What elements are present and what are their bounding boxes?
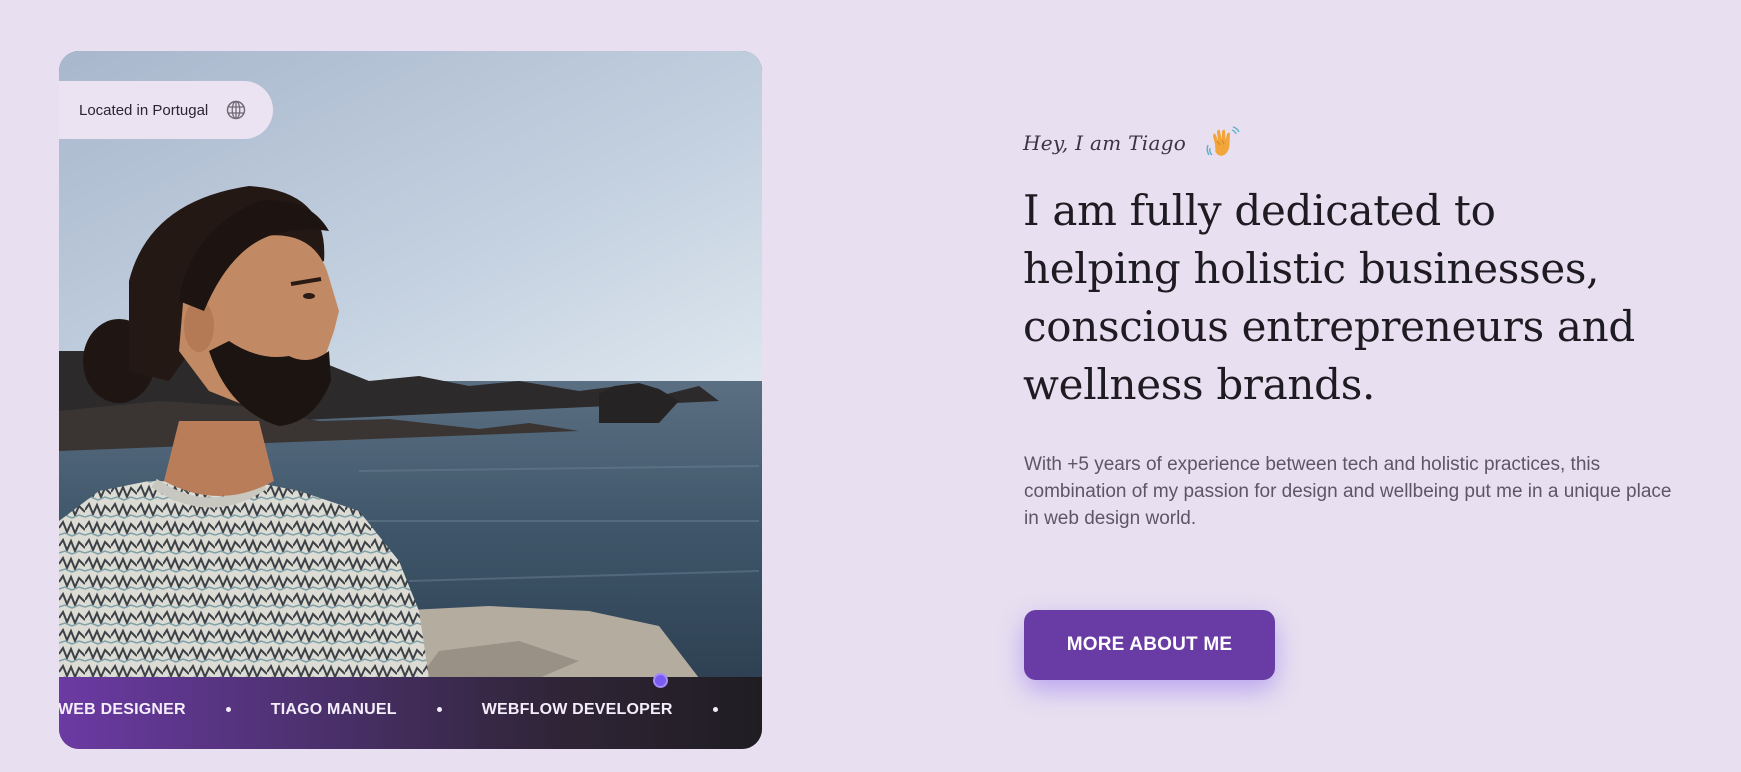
scroll-indicator-dot[interactable]: [653, 673, 668, 688]
globe-icon: [226, 100, 246, 120]
location-label: Located in Portugal: [79, 101, 209, 119]
portrait-photo: [59, 51, 762, 678]
marquee-item: WEB DESIGNER: [59, 701, 186, 718]
portrait-card: Located in Portugal WEB DESIGNER TIAGO M…: [59, 51, 762, 749]
waving-hand-icon: [1206, 126, 1240, 160]
location-badge: Located in Portugal: [59, 81, 273, 139]
bio-paragraph: With +5 years of experience between tech…: [1024, 454, 1672, 529]
headline: I am fully dedicated to helping holistic…: [1023, 186, 1635, 409]
separator-dot: [225, 706, 231, 712]
separator-dot: [712, 706, 718, 712]
greeting-text: Hey, I am Tiago: [1023, 131, 1187, 155]
about-section: Located in Portugal WEB DESIGNER TIAGO M…: [0, 0, 1741, 772]
marquee-item: WEBFLOW DEVELOPER: [481, 701, 673, 718]
marquee-track: WEB DESIGNER TIAGO MANUEL WEBFLOW DEVELO…: [59, 701, 758, 719]
role-marquee: WEB DESIGNER TIAGO MANUEL WEBFLOW DEVELO…: [59, 677, 762, 749]
greeting: Hey, I am Tiago: [1023, 126, 1240, 160]
separator-dot: [436, 706, 442, 712]
more-about-me-button[interactable]: MORE ABOUT ME: [1024, 610, 1275, 680]
marquee-item: TIAGO MANUEL: [270, 701, 397, 718]
